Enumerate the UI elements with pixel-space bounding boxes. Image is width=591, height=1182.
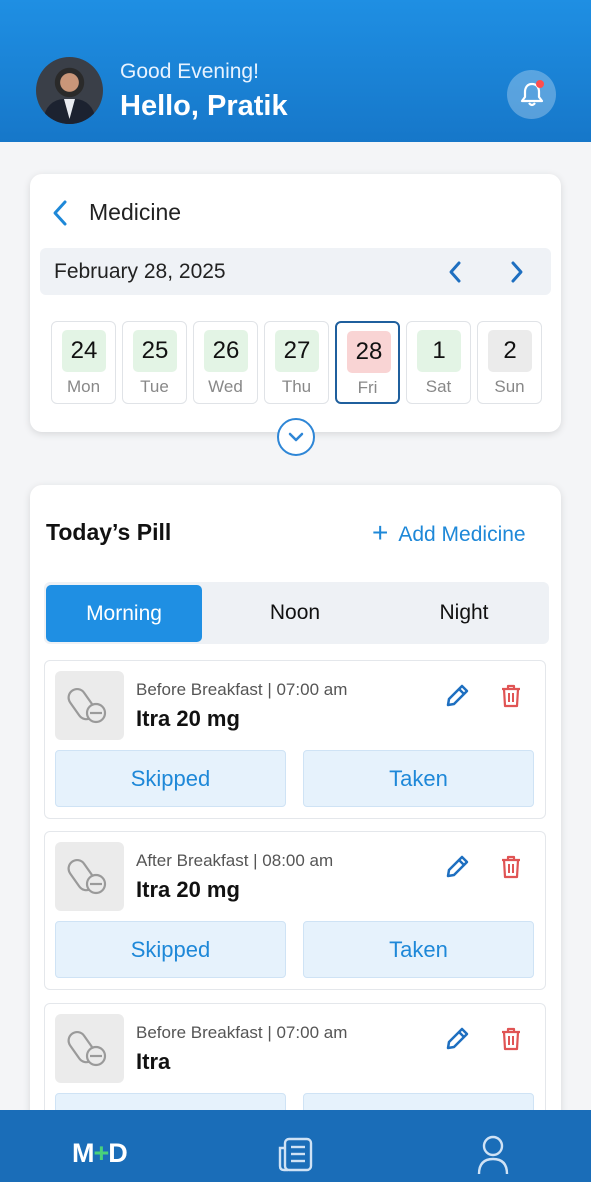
skipped-button[interactable]: Skipped — [55, 750, 286, 807]
tab-night[interactable]: Night — [389, 582, 539, 644]
pill-entry: Before Breakfast | 07:00 am Itra 20 mg S… — [44, 660, 546, 819]
taken-button[interactable]: Taken — [303, 921, 534, 978]
day-number: 2 — [488, 330, 532, 372]
day-weekday: Thu — [281, 377, 312, 396]
pill-name: Itra 20 mg — [136, 877, 240, 902]
tab-noon[interactable]: Noon — [220, 582, 370, 644]
add-medicine-button[interactable]: + Add Medicine — [372, 516, 526, 548]
day-number: 28 — [347, 331, 391, 373]
expand-calendar-button[interactable] — [277, 418, 315, 456]
pill-time: After Breakfast | 08:00 am — [136, 851, 334, 870]
day-weekday: Tue — [140, 377, 169, 396]
day-number: 1 — [417, 330, 461, 372]
day-number: 27 — [275, 330, 319, 372]
pill-name: Itra — [136, 1049, 171, 1074]
pill-thumbnail — [55, 1014, 124, 1083]
logo-plus-icon: + — [93, 1138, 110, 1168]
app-header: Good Evening! Hello, Pratik — [0, 0, 591, 142]
avatar[interactable] — [36, 57, 103, 124]
pill-thumbnail — [55, 671, 124, 740]
edit-icon[interactable] — [444, 683, 470, 709]
pill-icon — [67, 687, 107, 724]
user-icon[interactable] — [476, 1134, 510, 1176]
expand-icon — [288, 432, 304, 442]
edit-icon[interactable] — [444, 854, 470, 880]
greeting-text: Good Evening! — [120, 60, 259, 83]
day-weekday: Sun — [494, 377, 525, 396]
current-date: February 28, 2025 — [54, 260, 226, 283]
day-number: 25 — [133, 330, 177, 372]
pill-thumbnail — [55, 842, 124, 911]
todays-pill-card: Today’s Pill + Add Medicine Morning Noon … — [30, 485, 561, 1165]
medicine-card: Medicine February 28, 2025 24 Mon 25 Tue… — [30, 174, 561, 432]
logo-letter-d: D — [108, 1138, 127, 1168]
next-icon[interactable] — [508, 260, 526, 284]
day-cell[interactable]: 24 Mon — [51, 321, 116, 404]
day-number: 26 — [204, 330, 248, 372]
day-cell[interactable]: 27 Thu — [264, 321, 329, 404]
day-weekday: Sat — [425, 377, 452, 396]
day-weekday: Mon — [66, 377, 101, 396]
time-of-day-tabs: Morning Noon Night — [44, 582, 549, 644]
pill-time: Before Breakfast | 07:00 am — [136, 1023, 348, 1042]
document-icon[interactable] — [276, 1136, 314, 1174]
day-cell[interactable]: 2 Sun — [477, 321, 542, 404]
bottom-nav: M+D — [0, 1110, 591, 1182]
todays-pill-title: Today’s Pill — [46, 519, 172, 545]
tab-morning[interactable]: Morning — [46, 585, 202, 642]
pill-icon — [67, 858, 107, 895]
day-cell[interactable]: 25 Tue — [122, 321, 187, 404]
day-cell[interactable]: 26 Wed — [193, 321, 258, 404]
pill-time: Before Breakfast | 07:00 am — [136, 680, 348, 699]
pill-name: Itra 20 mg — [136, 706, 240, 731]
day-number: 24 — [62, 330, 106, 372]
delete-icon[interactable] — [500, 854, 522, 880]
logo-letter-m: M — [72, 1138, 94, 1168]
pill-icon — [67, 1030, 107, 1067]
day-weekday: Wed — [208, 377, 243, 396]
edit-icon[interactable] — [444, 1026, 470, 1052]
day-cell-selected[interactable]: 28 Fri — [335, 321, 400, 404]
taken-button[interactable]: Taken — [303, 750, 534, 807]
skipped-button[interactable]: Skipped — [55, 921, 286, 978]
day-weekday: Fri — [357, 378, 378, 397]
date-bar: February 28, 2025 — [40, 248, 551, 295]
medicine-title: Medicine — [89, 199, 182, 225]
day-cell[interactable]: 1 Sat — [406, 321, 471, 404]
back-chevron-icon[interactable] — [50, 199, 70, 227]
nav-home-logo[interactable]: M+D — [72, 1138, 128, 1169]
pill-entry: After Breakfast | 08:00 am Itra 20 mg Sk… — [44, 831, 546, 990]
delete-icon[interactable] — [500, 1026, 522, 1052]
hello-text: Hello, Pratik — [120, 90, 288, 122]
plus-icon: + — [372, 517, 389, 548]
delete-icon[interactable] — [500, 683, 522, 709]
notification-button[interactable] — [507, 70, 556, 119]
notification-dot — [536, 80, 544, 88]
prev-icon[interactable] — [446, 260, 464, 284]
add-medicine-label: Add Medicine — [398, 523, 526, 546]
